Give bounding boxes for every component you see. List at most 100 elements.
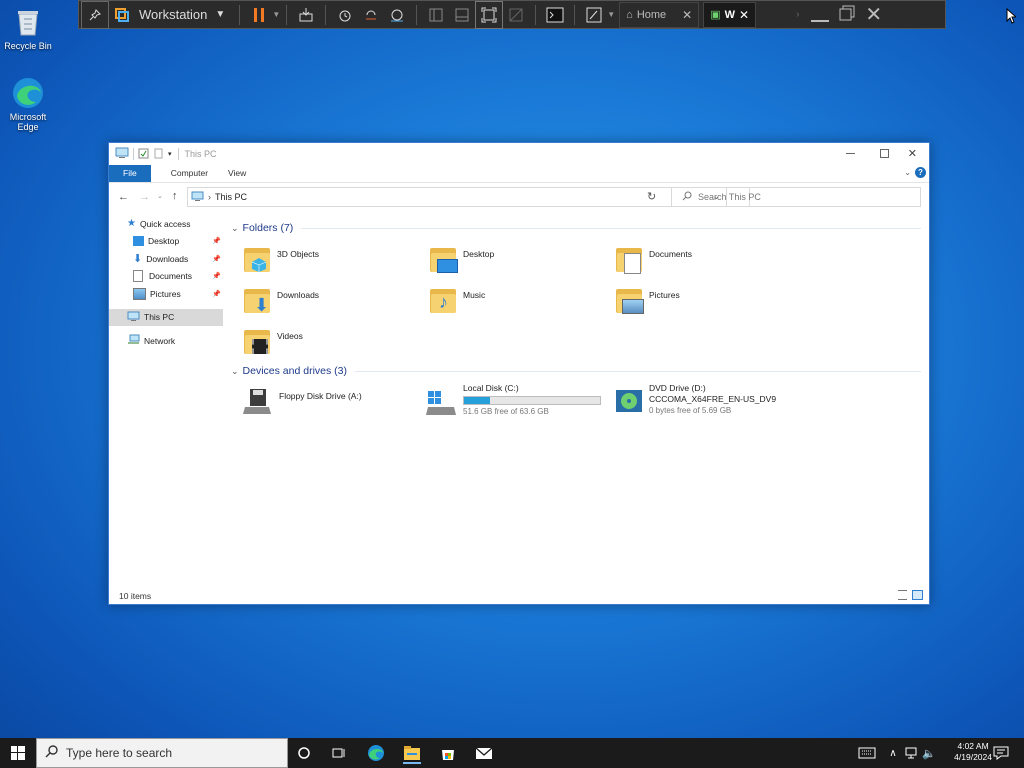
expand-ribbon-icon[interactable]: ⌄ bbox=[904, 168, 911, 177]
fullscreen-icon[interactable] bbox=[475, 0, 504, 29]
recent-locations-icon[interactable]: ⌄ bbox=[157, 192, 163, 200]
breadcrumb[interactable]: This PC bbox=[215, 192, 247, 202]
cortana-icon[interactable] bbox=[295, 744, 313, 762]
tab-vm[interactable]: ▣ W ✕ bbox=[703, 1, 757, 28]
floppy-drive-icon bbox=[241, 387, 273, 419]
clock[interactable]: 4:02 AM 4/19/2024 bbox=[954, 741, 992, 763]
desktop-icon-edge[interactable]: Microsoft Edge bbox=[0, 76, 56, 132]
tab-home[interactable]: ⌂ Home ✕ bbox=[619, 1, 700, 28]
drive-name: DVD Drive (D:) bbox=[649, 383, 706, 393]
sidebar-item-label: Downloads bbox=[146, 253, 189, 264]
volume-icon[interactable]: 🔈 bbox=[920, 744, 938, 762]
address-bar[interactable]: › This PC ⌄ bbox=[187, 187, 727, 207]
notifications-icon[interactable] bbox=[992, 744, 1010, 762]
chevron-right-icon[interactable]: › bbox=[796, 9, 799, 20]
snapshot-icon[interactable] bbox=[332, 2, 358, 28]
picture-icon bbox=[133, 287, 146, 300]
breadcrumb-chevron-icon[interactable]: › bbox=[208, 192, 211, 202]
pin-icon[interactable]: 📌 bbox=[212, 255, 221, 263]
pin-icon[interactable] bbox=[81, 0, 109, 29]
refresh-icon[interactable]: ↻ bbox=[647, 190, 656, 203]
console-icon[interactable] bbox=[542, 2, 568, 28]
pause-icon[interactable] bbox=[246, 2, 272, 28]
up-arrow-icon[interactable]: ↑ bbox=[172, 190, 178, 202]
clock-time: 4:02 AM bbox=[957, 741, 989, 751]
sidebar-item-downloads[interactable]: ⬇ Downloads 📌 bbox=[109, 250, 223, 268]
chevron-down-icon[interactable]: ▼ bbox=[215, 9, 225, 20]
folder-videos[interactable]: Videos bbox=[243, 327, 303, 355]
drive-dvd-d[interactable]: DVD Drive (D:) CCCOMA_X64FRE_EN-US_DV9 0… bbox=[615, 383, 776, 417]
sidebar-item-this-pc[interactable]: This PC bbox=[109, 308, 223, 326]
back-arrow-icon[interactable]: ← bbox=[118, 191, 129, 203]
new-folder-icon[interactable] bbox=[153, 148, 164, 161]
unity-icon[interactable] bbox=[503, 2, 529, 28]
search-input[interactable]: Search This PC bbox=[671, 187, 921, 207]
snapshot-manager-icon[interactable] bbox=[384, 2, 410, 28]
taskbar-search-input[interactable]: Type here to search bbox=[36, 738, 288, 768]
tab-computer[interactable]: Computer bbox=[151, 165, 208, 182]
file-explorer-icon[interactable] bbox=[403, 744, 421, 764]
devices-group-header[interactable]: ⌄ Devices and drives (3) bbox=[231, 364, 921, 378]
tab-file[interactable]: File bbox=[109, 165, 151, 182]
restore-icon[interactable] bbox=[839, 5, 855, 24]
folder-documents[interactable]: Documents bbox=[615, 245, 692, 274]
properties-icon[interactable] bbox=[138, 148, 149, 161]
folders-group-header[interactable]: ⌄ Folders (7) bbox=[231, 221, 921, 235]
maximize-icon[interactable] bbox=[880, 149, 889, 158]
sidebar-item-documents[interactable]: Documents 📌 bbox=[109, 268, 223, 286]
folder-music[interactable]: ♪ Music bbox=[429, 286, 485, 314]
folder-downloads[interactable]: ⬇ Downloads bbox=[243, 286, 319, 314]
chevron-up-icon[interactable]: ∧ bbox=[884, 744, 902, 762]
stretch-guest-icon[interactable] bbox=[581, 2, 607, 28]
desktop-icon-recycle-bin[interactable]: Recycle Bin bbox=[0, 5, 56, 51]
separator bbox=[574, 4, 576, 25]
divider bbox=[301, 227, 921, 229]
store-icon[interactable] bbox=[439, 744, 457, 762]
title-bar: ▾ This PC ✕ bbox=[109, 143, 929, 165]
large-icons-view-icon[interactable] bbox=[912, 590, 923, 600]
sidebar-item-pictures[interactable]: Pictures 📌 bbox=[109, 285, 223, 303]
drive-local-disk-c[interactable]: Local Disk (C:) 51.6 GB free of 63.6 GB bbox=[425, 383, 601, 421]
drive-volume-label: CCCOMA_X64FRE_EN-US_DV9 bbox=[649, 394, 777, 404]
edge-icon[interactable] bbox=[367, 744, 385, 762]
qat-dropdown-icon[interactable]: ▾ bbox=[168, 150, 172, 158]
sidebar-item-label: Quick access bbox=[139, 218, 191, 229]
pin-icon[interactable]: 📌 bbox=[212, 272, 221, 280]
minimize-icon[interactable] bbox=[846, 153, 855, 154]
network-status-icon[interactable] bbox=[902, 744, 920, 762]
mail-icon[interactable] bbox=[475, 744, 493, 762]
details-view-icon[interactable] bbox=[898, 590, 907, 600]
desktop-icon bbox=[133, 236, 144, 247]
help-icon[interactable]: ? bbox=[915, 167, 926, 178]
chevron-down-icon[interactable]: ▼ bbox=[607, 10, 615, 19]
folder-label: Videos bbox=[277, 331, 303, 341]
sidebar-item-quick-access[interactable]: ★ Quick access bbox=[109, 215, 223, 233]
close-icon[interactable]: ✕ bbox=[908, 147, 917, 160]
folder-desktop[interactable]: Desktop bbox=[429, 245, 494, 273]
task-view-icon[interactable] bbox=[330, 744, 348, 762]
sidebar-item-network[interactable]: Network bbox=[109, 332, 223, 350]
windows-start-icon[interactable] bbox=[9, 744, 27, 762]
close-icon[interactable]: ✕ bbox=[739, 8, 749, 22]
window-title: This PC bbox=[184, 149, 217, 159]
keyboard-icon[interactable] bbox=[858, 744, 876, 762]
forward-arrow-icon[interactable]: → bbox=[139, 191, 150, 203]
tab-view[interactable]: View bbox=[208, 165, 246, 182]
pin-icon[interactable]: 📌 bbox=[212, 290, 221, 298]
close-icon[interactable]: ✕ bbox=[682, 8, 692, 22]
thumbnail-view-icon[interactable] bbox=[449, 2, 475, 28]
minimize-icon[interactable] bbox=[811, 19, 830, 22]
send-keys-icon[interactable] bbox=[293, 2, 319, 28]
close-icon[interactable]: ✕ bbox=[865, 2, 882, 27]
sidebar-item-desktop[interactable]: Desktop 📌 bbox=[109, 233, 223, 251]
dvd-drive-icon bbox=[615, 387, 643, 417]
revert-snapshot-icon[interactable] bbox=[358, 2, 384, 28]
folder-pictures[interactable]: Pictures bbox=[615, 286, 680, 314]
pin-icon[interactable]: 📌 bbox=[212, 237, 221, 245]
drive-floppy[interactable]: Floppy Disk Drive (A:) bbox=[241, 387, 362, 419]
sidebar-view-icon[interactable] bbox=[423, 2, 449, 28]
folder-3d-objects[interactable]: 3D Objects bbox=[243, 245, 319, 273]
chevron-down-icon[interactable]: ▼ bbox=[272, 10, 280, 19]
folder-videos-icon bbox=[243, 327, 271, 355]
vmware-toolbar: Workstation ▼ ▼ ▼ ⌂ Home ✕ ▣ W ✕ › ✕ bbox=[78, 0, 946, 29]
